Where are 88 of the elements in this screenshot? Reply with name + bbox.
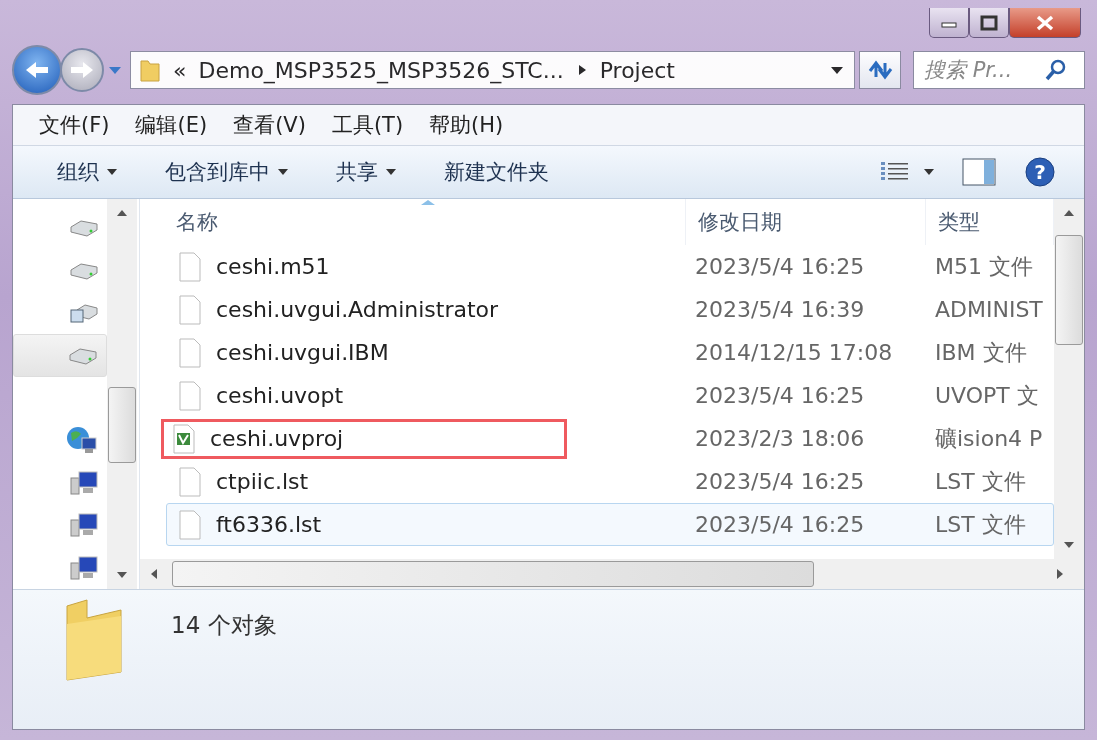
- network-globe-icon: [65, 425, 99, 456]
- back-button[interactable]: [12, 45, 62, 95]
- computer-icon: [69, 469, 99, 496]
- minimize-button[interactable]: [929, 8, 969, 38]
- file-icon: [178, 251, 202, 282]
- file-name[interactable]: ceshi.uvgui.Administrator: [216, 297, 499, 322]
- refresh-arrows-icon: [867, 59, 893, 81]
- modified-date: 2023/5/4 16:25: [695, 512, 865, 537]
- refresh-button[interactable]: [859, 51, 901, 89]
- scroll-thumb[interactable]: [1055, 235, 1083, 345]
- forward-button[interactable]: [60, 48, 104, 92]
- modified-date: 2014/12/15 17:08: [695, 340, 893, 365]
- caret-icon: [278, 168, 288, 176]
- dropdown-caret-icon[interactable]: [830, 65, 844, 75]
- drive-icon: [69, 302, 99, 325]
- close-icon: [1035, 14, 1055, 31]
- computer-icon: [69, 512, 99, 539]
- scrollbar[interactable]: [107, 199, 137, 589]
- file-type: IBM 文件: [935, 338, 1027, 367]
- caret-icon: [107, 168, 117, 176]
- close-button[interactable]: [1009, 8, 1081, 38]
- file-icon: [178, 509, 202, 540]
- file-icon: [178, 294, 202, 325]
- search-input[interactable]: 搜索 Pr...: [922, 57, 1044, 83]
- scroll-up-arrow-icon[interactable]: [1063, 209, 1075, 217]
- file-type: UVOPT 文: [935, 381, 1039, 410]
- file-name[interactable]: ceshi.uvgui.IBM: [216, 340, 389, 365]
- breadcrumb-item[interactable]: Demo_MSP3525_MSP3526_STC...: [198, 57, 564, 83]
- folder-icon: [139, 57, 161, 83]
- file-name[interactable]: ceshi.uvproj: [210, 426, 344, 451]
- toolbar-button[interactable]: 共享: [312, 152, 420, 192]
- maximize-button[interactable]: [969, 8, 1009, 38]
- breadcrumb-item[interactable]: Project: [599, 57, 675, 83]
- toolbar-button[interactable]: 新建文件夹: [420, 152, 573, 192]
- scroll-thumb[interactable]: [108, 387, 136, 463]
- column-header[interactable]: 名称: [170, 199, 686, 245]
- help-icon: ?: [1024, 156, 1056, 188]
- project-file-icon: [172, 423, 196, 454]
- details-view-icon: [880, 161, 910, 183]
- file-name[interactable]: ft6336.lst: [216, 512, 322, 537]
- item-count: 14 个对象: [171, 611, 277, 640]
- file-name[interactable]: ctpiic.lst: [216, 469, 309, 494]
- search-icon: [1044, 58, 1068, 82]
- modified-date: 2023/5/4 16:39: [695, 297, 865, 322]
- search-field[interactable]: 搜索 Pr...: [913, 51, 1085, 89]
- caret-icon: [924, 168, 934, 176]
- file-icon: [178, 380, 202, 411]
- file-type: 礦ision4 P: [935, 424, 1043, 453]
- file-name[interactable]: ceshi.uvopt: [216, 383, 344, 408]
- modified-date: 2023/2/3 18:06: [695, 426, 865, 451]
- scroll-thumb[interactable]: [172, 561, 814, 587]
- scrollbar[interactable]: [1054, 199, 1084, 559]
- scroll-up-arrow-icon[interactable]: [116, 209, 128, 217]
- menu-item[interactable]: 查看(V): [233, 111, 306, 139]
- modified-date: 2023/5/4 16:25: [695, 254, 865, 279]
- caret-icon: [386, 168, 396, 176]
- computer-icon: [69, 554, 99, 581]
- help-button[interactable]: ?: [1010, 152, 1070, 192]
- file-name[interactable]: ceshi.m51: [216, 254, 330, 279]
- drive-icon: [68, 345, 98, 366]
- menu-item[interactable]: 编辑(E): [135, 111, 208, 139]
- sort-arrow-icon: [419, 199, 436, 206]
- overflow-chevron[interactable]: «: [173, 57, 187, 83]
- modified-date: 2023/5/4 16:25: [695, 469, 865, 494]
- drive-icon: [69, 260, 99, 281]
- horizontal-scrollbar[interactable]: [140, 559, 1084, 589]
- scroll-down-arrow-icon[interactable]: [1063, 541, 1075, 549]
- menu-item[interactable]: 文件(F): [39, 111, 110, 139]
- scroll-down-arrow-icon[interactable]: [116, 571, 128, 579]
- hovered-row[interactable]: ft6336.lst 2023/5/4 16:25 LST 文件: [166, 503, 1054, 546]
- address-field[interactable]: « Demo_MSP3525_MSP3526_STC... Project: [130, 51, 855, 89]
- file-icon: [178, 337, 202, 368]
- scroll-right-arrow-icon[interactable]: [1056, 568, 1064, 580]
- toolbar-button[interactable]: 包含到库中: [141, 152, 312, 192]
- file-type: LST 文件: [935, 510, 1026, 539]
- file-type: M51 文件: [935, 252, 1033, 281]
- menu-item[interactable]: 工具(T): [331, 111, 404, 139]
- modified-date: 2023/5/4 16:25: [695, 383, 865, 408]
- file-icon: [178, 466, 202, 497]
- menu-item[interactable]: 帮助(H): [429, 111, 504, 139]
- file-type: ADMINIST: [935, 297, 1043, 322]
- scroll-left-arrow-icon[interactable]: [150, 568, 158, 580]
- drive-icon: [69, 218, 99, 239]
- preview-pane-icon: [962, 158, 996, 186]
- column-header[interactable]: 修改日期: [686, 199, 926, 245]
- file-type: LST 文件: [935, 467, 1026, 496]
- maximize-icon: [980, 14, 998, 31]
- toolbar-button[interactable]: 组织: [33, 152, 141, 192]
